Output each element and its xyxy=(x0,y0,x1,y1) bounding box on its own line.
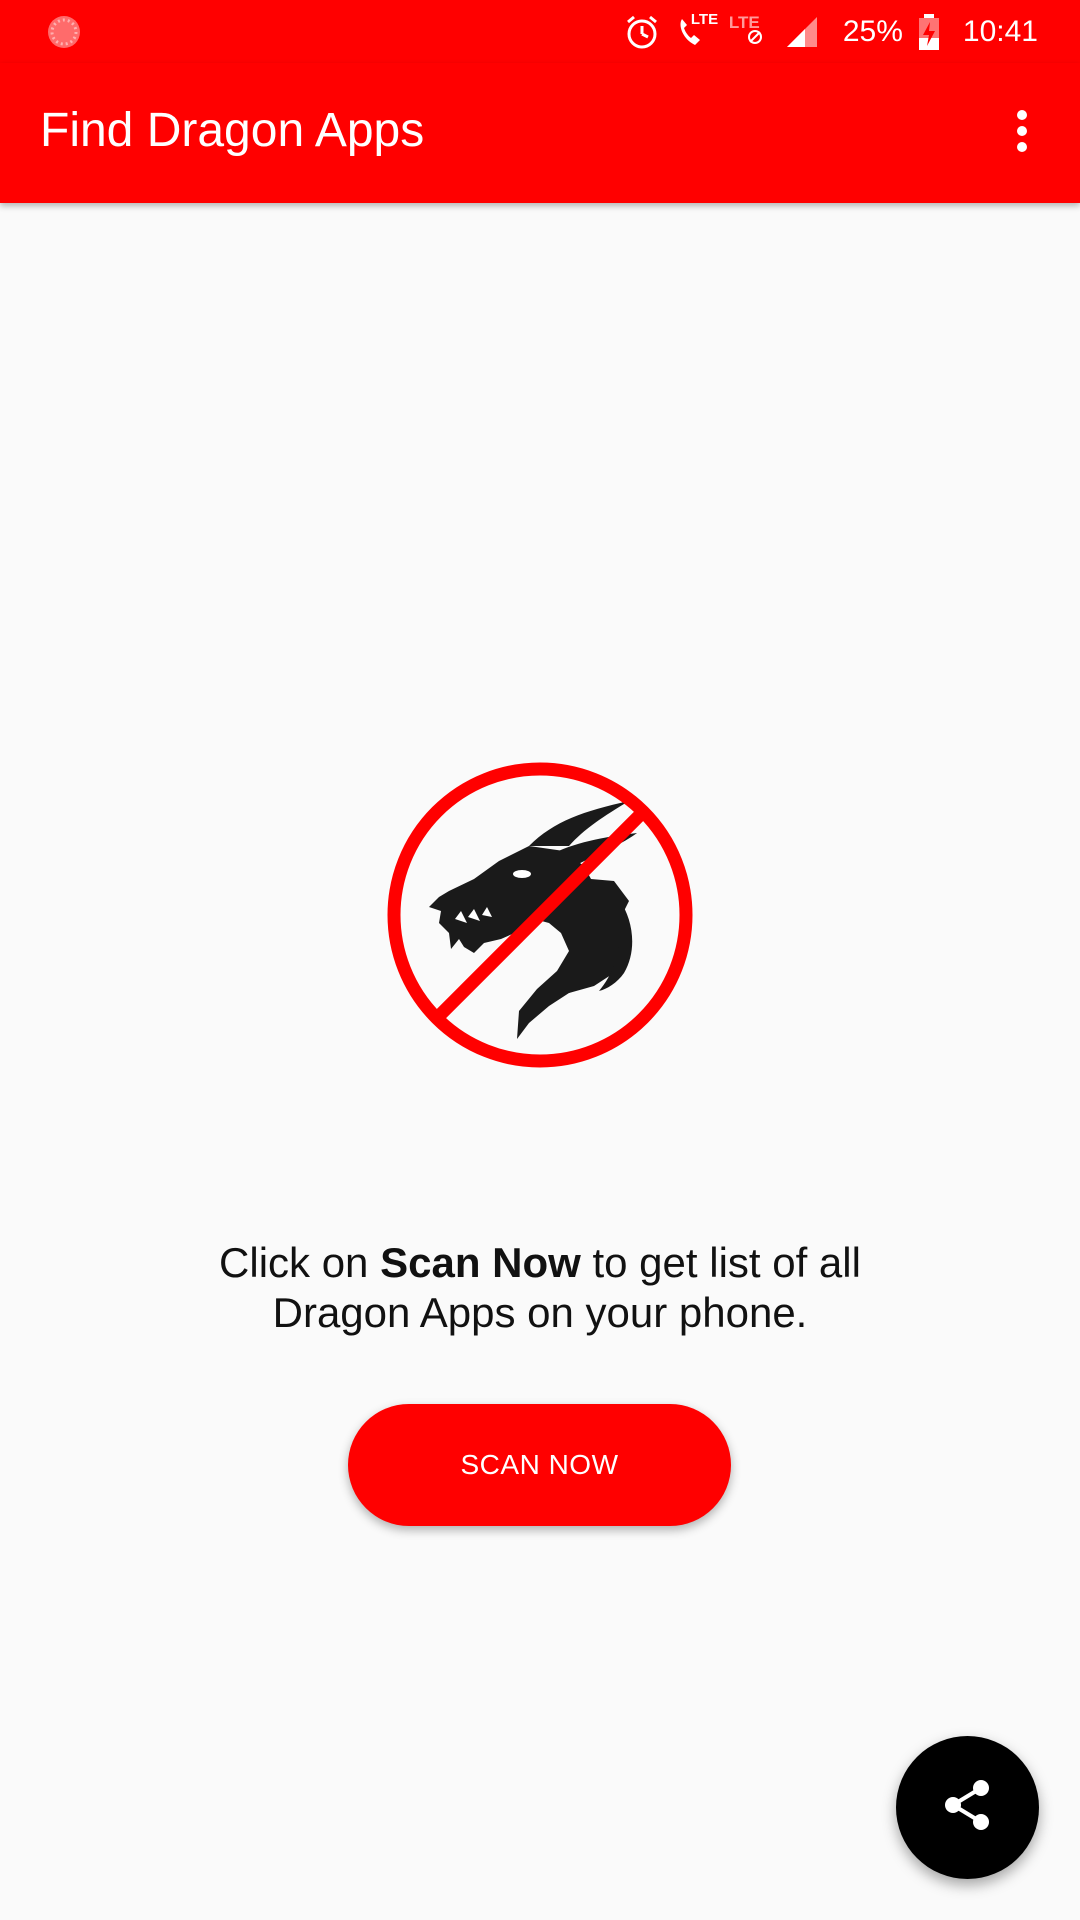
call-lte-label: LTE xyxy=(690,10,719,28)
record-icon xyxy=(46,14,82,50)
instruction-text: Click on Scan Now to get list of all Dra… xyxy=(0,1238,1080,1338)
battery-charging-icon xyxy=(917,13,941,51)
battery-percent: 25% xyxy=(842,14,903,48)
share-fab[interactable] xyxy=(896,1736,1039,1879)
more-vert-icon xyxy=(1014,109,1030,158)
clock: 10:41 xyxy=(962,14,1038,48)
overflow-menu-button[interactable] xyxy=(980,91,1064,175)
instruction-part-1: Click on xyxy=(219,1239,381,1286)
instruction-part-2: to get list of all xyxy=(580,1239,861,1286)
lte-data-icon: LTE xyxy=(727,13,771,51)
scan-now-button[interactable]: SCAN NOW xyxy=(348,1404,731,1526)
instruction-line-1: Click on Scan Now to get list of all xyxy=(0,1238,1080,1288)
alarm-icon xyxy=(623,13,661,51)
share-icon xyxy=(943,1778,993,1837)
no-dragon-icon xyxy=(379,761,701,1070)
instruction-emphasis: Scan Now xyxy=(380,1239,581,1286)
app-bar: Find Dragon Apps xyxy=(0,63,1080,203)
status-bar: LTE LTE 25% 10:41 xyxy=(0,0,1080,63)
status-icons: LTE LTE 25% 10:41 xyxy=(623,0,1080,63)
call-lte-icon: LTE xyxy=(673,11,718,51)
page-title: Find Dragon Apps xyxy=(40,104,425,157)
instruction-line-2: Dragon Apps on your phone. xyxy=(272,1289,808,1336)
signal-icon xyxy=(785,15,819,49)
